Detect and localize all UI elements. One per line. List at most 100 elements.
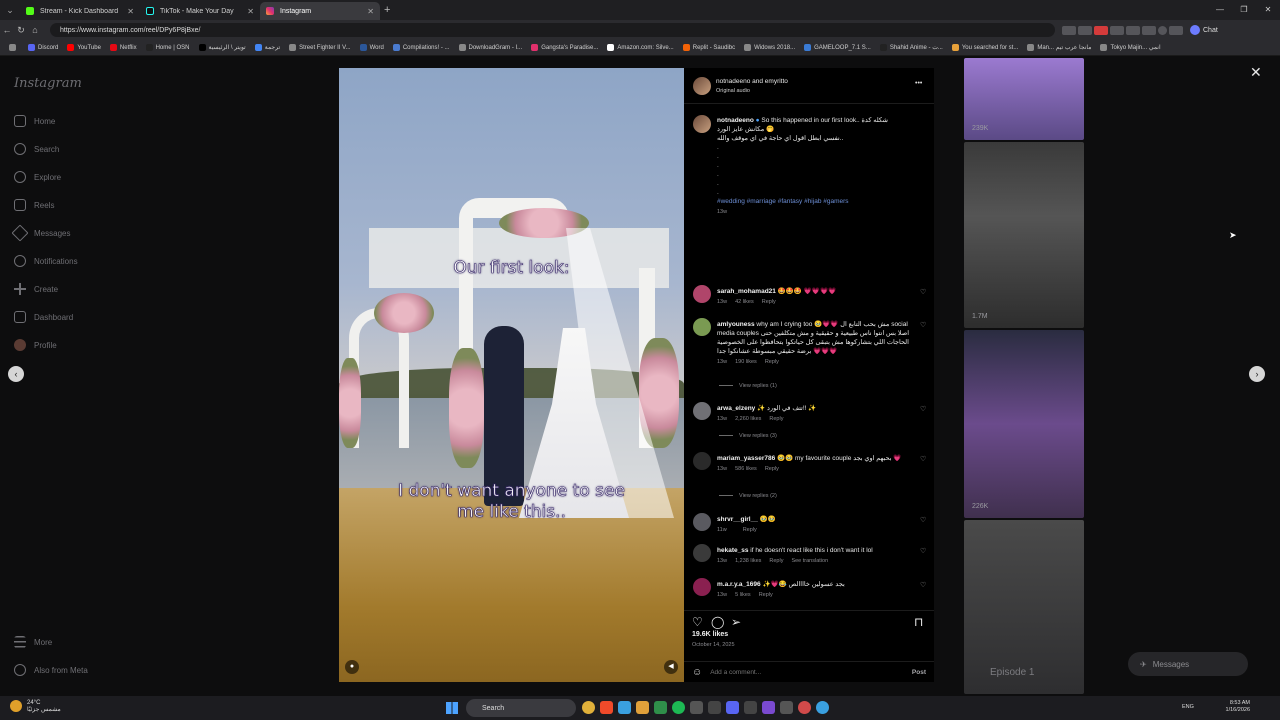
edge-icon[interactable] [618,701,631,714]
comment-like-heart-icon[interactable]: ♡ [920,581,926,589]
close-tab-icon[interactable]: ✕ [127,7,134,16]
view-replies-button[interactable]: View replies (2) [719,493,777,499]
comment-username[interactable]: mariam_yasser786 [717,455,775,462]
commenter-avatar[interactable] [693,544,711,562]
comment-username[interactable]: shrvr__girl__ [717,516,758,523]
menu-icon[interactable] [1169,25,1183,35]
instagram-logo[interactable]: Instagram [14,76,82,91]
emoji-icon[interactable]: ☺ [692,667,702,678]
reply-button[interactable]: Reply [759,592,773,598]
see-translation-button[interactable]: See translation [791,558,828,564]
comment-username[interactable]: m.a.r.y.a_1696 [717,581,761,588]
share-icon[interactable]: ➢ [731,615,741,629]
bookmark-item[interactable]: Netflix [109,44,137,51]
bookmark-item[interactable]: DownloadGram - I... [458,44,522,51]
sidebar-item-profile[interactable]: Profile [14,339,57,351]
close-tab-icon[interactable]: ✕ [367,7,374,16]
bookmark-item[interactable]: Widows 2018... [744,44,795,51]
bookmark-item[interactable]: GAMELOOP_7.1 S... [804,44,871,51]
clock[interactable]: 8:53 AM 1/16/2026 [1226,700,1250,714]
bookmark-item[interactable]: Replit - Saudibc [682,44,735,51]
commenter-avatar[interactable] [693,578,711,596]
comment-likes[interactable]: 1,238 likes [735,558,761,564]
back-icon[interactable]: ← [0,25,14,35]
sidebar-item-create[interactable]: Create [14,283,58,295]
sidebar-item-home[interactable]: Home [14,115,55,127]
comment-like-heart-icon[interactable]: ♡ [920,288,926,296]
comment-like-heart-icon[interactable]: ♡ [920,321,926,329]
tagged-user-icon[interactable]: ● [345,660,359,674]
sidebar-item-dashboard[interactable]: Dashboard [14,311,73,323]
post-authors[interactable]: notnadeeno and emyritto [716,78,788,85]
reply-button[interactable]: Reply [765,359,779,365]
chrome-icon[interactable] [582,701,595,714]
sidebar-item-search[interactable]: Search [14,143,59,155]
mute-icon[interactable]: ◀ [664,660,678,674]
bookmark-item[interactable]: Man... مانجا عرب تيم [1027,44,1091,51]
background-reel-tile[interactable]: 226K [964,330,1084,518]
caption-hashtags[interactable]: #wedding #marriage #fantasy #hijab #game… [717,198,849,205]
windows-start-icon[interactable] [446,702,458,714]
author-avatar[interactable] [693,115,711,133]
spotify-icon[interactable] [672,701,685,714]
comment-like-heart-icon[interactable]: ♡ [920,516,926,524]
add-comment-input[interactable] [710,669,881,676]
previous-arrow-icon[interactable]: ‹ [8,366,24,382]
commenter-avatar[interactable] [693,402,711,420]
profile-avatar-icon[interactable] [1158,25,1167,35]
bookmark-item[interactable]: Shahid Anime - ت... [879,44,943,51]
xbox-icon[interactable] [654,701,667,714]
comment-likes[interactable]: 5 likes [735,592,751,598]
comment-likes[interactable]: 586 likes [735,466,757,472]
brave-icon[interactable] [600,701,613,714]
new-tab-icon[interactable]: + [384,4,390,16]
app-icon[interactable] [798,701,811,714]
minimize-icon[interactable]: — [1208,0,1232,20]
like-heart-icon[interactable]: ♡ [692,615,703,629]
reply-button[interactable]: Reply [769,416,783,422]
commenter-avatar[interactable] [693,513,711,531]
close-icon[interactable]: ✕ [1250,64,1262,81]
reply-button[interactable]: Reply [765,466,779,472]
comments-scroll[interactable]: notnadeeno ● So this happened in our fir… [684,105,934,610]
reply-button[interactable]: Reply [769,558,783,564]
language-indicator[interactable]: ENG [1182,704,1194,710]
app-icon[interactable] [744,701,757,714]
url-field[interactable]: https://www.instagram.com/reel/DPy6P8jBx… [50,23,1055,37]
sidebar-item-reels[interactable]: Reels [14,199,54,211]
view-replies-button[interactable]: View replies (3) [719,433,777,439]
file-explorer-icon[interactable] [636,701,649,714]
caption-author[interactable]: notnadeeno [717,117,754,124]
chat-button[interactable]: Chat [1190,25,1218,35]
bookmark-item[interactable]: ترجمة [254,44,280,51]
app-icon[interactable] [690,701,703,714]
bookmark-item[interactable]: Home | OSN [145,44,190,51]
extension-icon[interactable] [1062,25,1076,35]
commenter-avatar[interactable] [693,318,711,336]
extension-icon[interactable] [1078,25,1092,35]
bookmark-item[interactable]: Amazon.com: Silve... [607,44,674,51]
author-avatar[interactable] [693,77,711,95]
background-reel-tile[interactable]: 1.7M [964,142,1084,328]
bookmark-item[interactable]: Compilations! - ... [392,44,450,51]
more-options-icon[interactable]: ••• [915,80,922,87]
comment-like-heart-icon[interactable]: ♡ [920,405,926,413]
audio-label[interactable]: Original audio [716,88,750,94]
sidebar-also-from-meta[interactable]: Also from Meta [14,664,88,676]
taskbar-search[interactable]: Search [466,699,576,717]
sidebar-item-notifications[interactable]: Notifications [14,255,78,267]
app-icon[interactable] [780,701,793,714]
tab-kick[interactable]: Stream - Kick Dashboard ✕ [20,2,140,20]
bookmark-item[interactable]: YouTube [67,44,101,51]
sidebar-more[interactable]: More [14,636,52,648]
restore-icon[interactable]: ❐ [1232,0,1256,20]
view-replies-button[interactable]: View replies (1) [719,383,777,389]
likes-count[interactable]: 19.6K likes [692,631,728,638]
background-reel-tile[interactable]: Episode 1 [964,520,1084,694]
comment-likes[interactable]: 42 likes [735,299,754,305]
bookmark-item[interactable]: Tokyo Majin... انمي [1100,44,1161,51]
extension-icon[interactable] [1142,25,1156,35]
bookmark-item[interactable]: تويتر \ الرئيسية [198,44,246,51]
comment-username[interactable]: arwa_elzeny [717,405,755,412]
bookmark-item[interactable]: You searched for st... [951,44,1018,51]
